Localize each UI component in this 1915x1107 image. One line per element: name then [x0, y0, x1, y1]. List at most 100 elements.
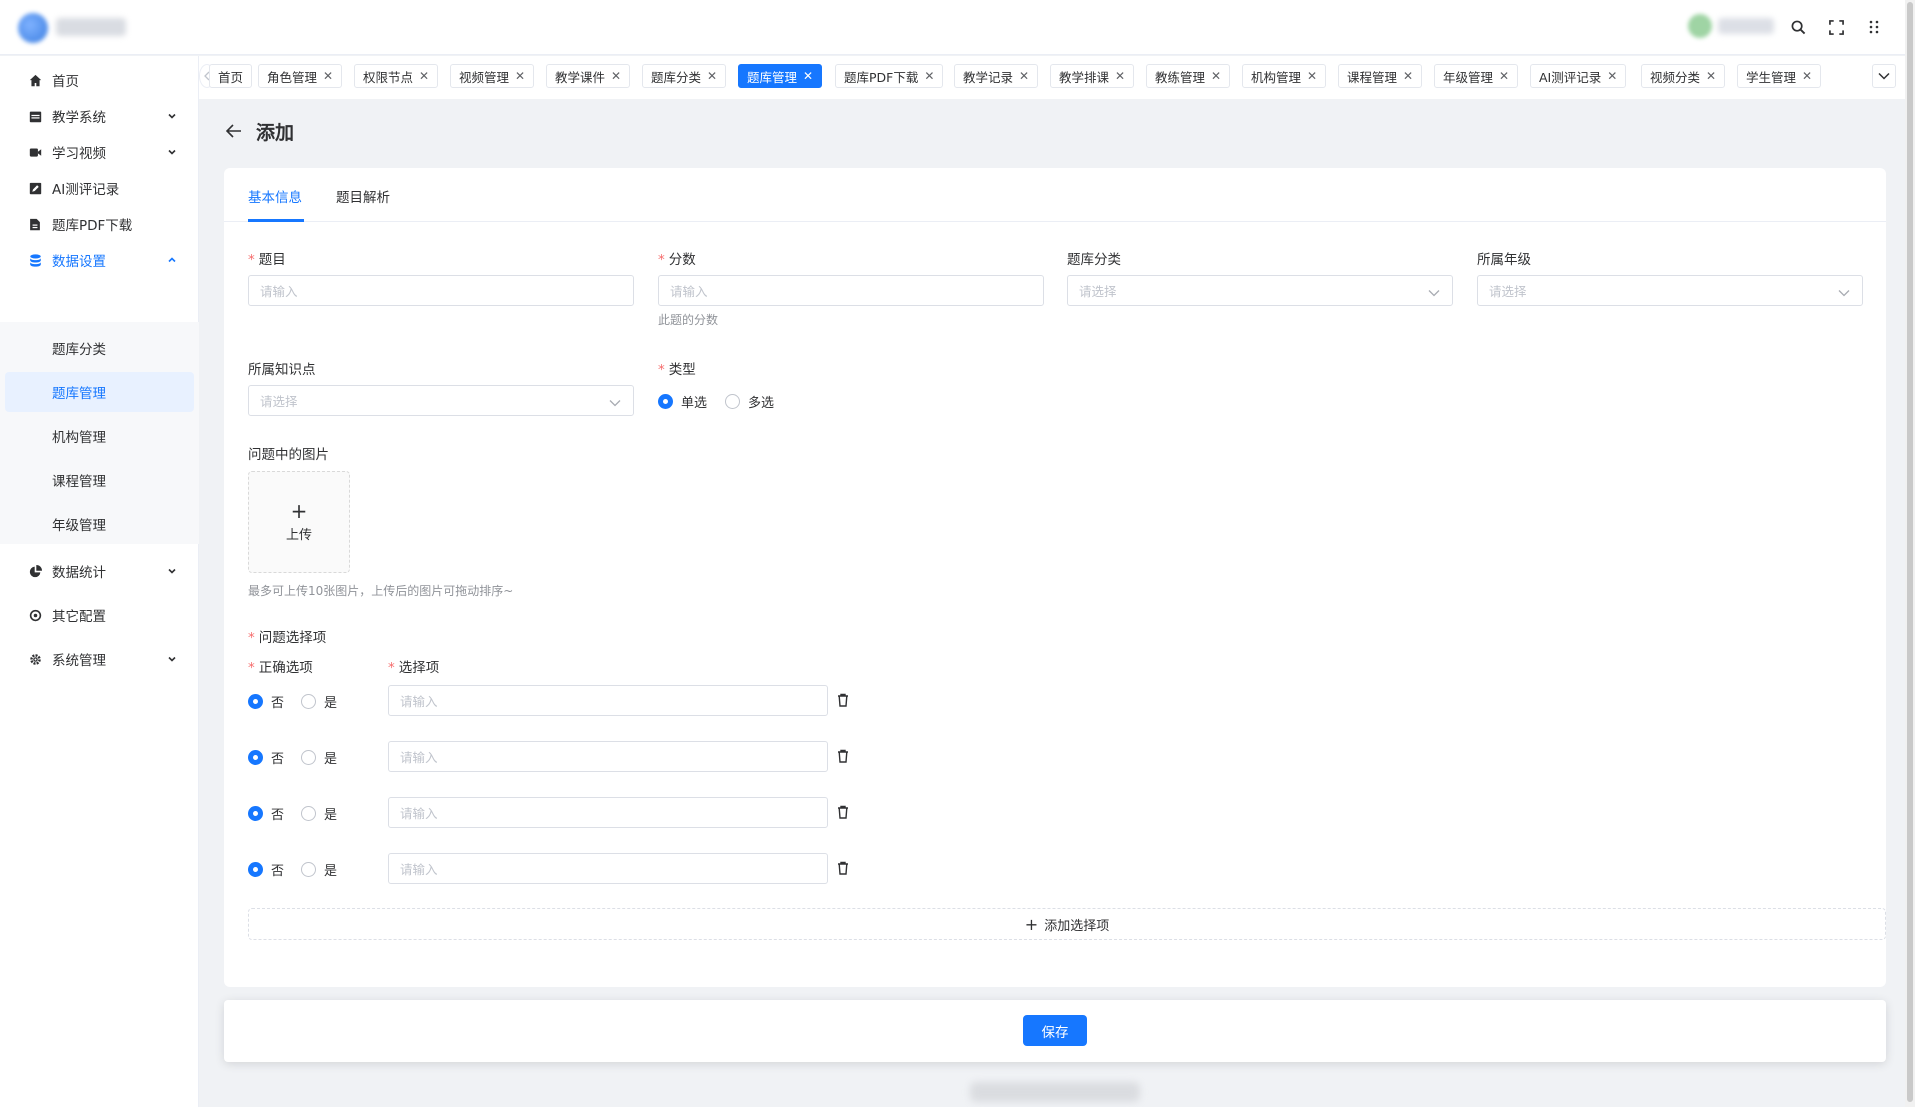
tab-role-management[interactable]: 角色管理 ✕ — [258, 64, 343, 88]
sidebar-item-system[interactable]: 系统管理 — [0, 637, 199, 681]
scrollbar-thumb[interactable] — [1907, 2, 1913, 1102]
trash-icon[interactable] — [835, 692, 851, 708]
gear-icon — [28, 652, 42, 666]
sidebar-item-data-settings[interactable]: 数据设置 — [0, 238, 199, 282]
sidebar-subitem-grade[interactable]: 年级管理 — [5, 504, 194, 544]
option-4-no-radio[interactable]: 否 — [248, 860, 284, 879]
page-scrollbar[interactable] — [1905, 0, 1915, 1107]
page-title: 添加 — [256, 121, 295, 144]
fullscreen-icon[interactable] — [1824, 15, 1848, 39]
correct-option-label: * 正确选项 — [248, 656, 313, 676]
tab-student-management[interactable]: 学生管理 ✕ — [1737, 64, 1822, 88]
option-3-no-radio[interactable]: 否 — [248, 804, 284, 823]
radio-checked-icon — [248, 750, 263, 765]
trash-icon[interactable] — [835, 860, 851, 876]
option-2-yes-radio[interactable]: 是 — [301, 748, 337, 767]
options-label: * 问题选择项 — [248, 626, 326, 646]
sidebar-subitem-course[interactable]: 课程管理 — [5, 460, 194, 500]
option-3-yes-radio[interactable]: 是 — [301, 804, 337, 823]
tab-teaching-records[interactable]: 教学记录 ✕ — [954, 64, 1039, 88]
tabs-dropdown-chevron-icon[interactable] — [1872, 64, 1896, 88]
tab-institution-management[interactable]: 机构管理 ✕ — [1242, 64, 1327, 88]
score-input[interactable]: 请输入 — [658, 275, 1044, 306]
tab-grade-management[interactable]: 年级管理 ✕ — [1434, 64, 1519, 88]
trash-icon[interactable] — [835, 748, 851, 764]
tab-label: 教学记录 — [963, 69, 1014, 85]
radio-unchecked-icon — [725, 394, 740, 409]
close-icon[interactable]: ✕ — [1115, 69, 1125, 83]
radio-checked-icon — [658, 394, 673, 409]
question-input[interactable]: 请输入 — [248, 275, 634, 306]
save-button[interactable]: 保存 — [1023, 1015, 1087, 1046]
video-icon — [28, 145, 42, 159]
tab-pdf-download[interactable]: 题库PDF下载 ✕ — [835, 64, 944, 88]
tab-home[interactable]: 首页 — [209, 64, 253, 88]
sidebar-subitem-question-bank[interactable]: 题库管理 — [5, 372, 194, 412]
required-mark: * — [658, 252, 665, 268]
close-icon[interactable]: ✕ — [707, 69, 717, 83]
sidebar-item-statistics[interactable]: 数据统计 — [0, 549, 199, 593]
close-icon[interactable]: ✕ — [1706, 69, 1716, 83]
close-icon[interactable]: ✕ — [419, 69, 429, 83]
close-icon[interactable]: ✕ — [1403, 69, 1413, 83]
close-icon[interactable]: ✕ — [323, 69, 333, 83]
tab-question-analysis[interactable]: 题目解析 — [336, 186, 390, 206]
close-icon[interactable]: ✕ — [1307, 69, 1317, 83]
type-multi-radio[interactable]: 多选 — [725, 392, 774, 411]
add-option-button[interactable]: + 添加选择项 — [248, 908, 1886, 940]
tab-basic-info[interactable]: 基本信息 — [248, 186, 302, 206]
tab-question-category[interactable]: 题库分类 ✕ — [642, 64, 727, 88]
close-icon[interactable]: ✕ — [924, 69, 934, 83]
yes-label: 是 — [324, 696, 338, 711]
option-text-label: * 选择项 — [388, 656, 439, 676]
user-avatar[interactable] — [1688, 14, 1712, 38]
option-1-yes-radio[interactable]: 是 — [301, 692, 337, 711]
type-multi-label: 多选 — [748, 396, 775, 411]
grade-select[interactable]: 请选择 — [1477, 275, 1863, 306]
tab-teaching-courseware[interactable]: 教学课件 ✕ — [546, 64, 631, 88]
sidebar-item-label: 系统管理 — [52, 653, 106, 669]
page-header: 添加 — [224, 116, 294, 146]
close-icon[interactable]: ✕ — [1211, 69, 1221, 83]
option-2-no-radio[interactable]: 否 — [248, 748, 284, 767]
tab-permission-nodes[interactable]: 权限节点 ✕ — [354, 64, 439, 88]
option-3-input[interactable]: 请输入 — [388, 797, 828, 828]
search-icon[interactable] — [1786, 15, 1810, 39]
option-1-input[interactable]: 请输入 — [388, 685, 828, 716]
close-icon[interactable]: ✕ — [611, 69, 621, 83]
image-upload-box[interactable]: + 上传 — [248, 471, 350, 573]
category-select[interactable]: 请选择 — [1067, 275, 1453, 306]
tab-ai-records[interactable]: AI测评记录 ✕ — [1530, 64, 1627, 88]
user-name-blurred[interactable] — [1718, 18, 1774, 34]
tab-scheduling[interactable]: 教学排课 ✕ — [1050, 64, 1135, 88]
close-icon[interactable]: ✕ — [1802, 69, 1812, 83]
tab-video-management[interactable]: 视频管理 ✕ — [450, 64, 535, 88]
sidebar-subitem-question-category[interactable]: 题库分类 — [5, 328, 194, 368]
type-single-radio[interactable]: 单选 — [658, 392, 707, 411]
sidebar-item-other-config[interactable]: 其它配置 — [0, 593, 199, 637]
images-label: 问题中的图片 — [248, 443, 329, 463]
tab-course-management[interactable]: 课程管理 ✕ — [1338, 64, 1423, 88]
option-2-input[interactable]: 请输入 — [388, 741, 828, 772]
option-4-input[interactable]: 请输入 — [388, 853, 828, 884]
more-grid-icon[interactable] — [1862, 15, 1886, 39]
tab-label: 机构管理 — [1251, 69, 1302, 85]
tab-question-bank[interactable]: 题库管理 ✕ — [738, 64, 823, 88]
tab-coach-management[interactable]: 教练管理 ✕ — [1146, 64, 1231, 88]
close-icon[interactable]: ✕ — [1607, 69, 1617, 83]
trash-icon[interactable] — [835, 804, 851, 820]
close-icon[interactable]: ✕ — [515, 69, 525, 83]
option-input-placeholder: 请输入 — [400, 862, 438, 877]
option-text-label-text: 选择项 — [398, 660, 440, 676]
back-arrow-icon[interactable] — [224, 121, 244, 141]
tab-video-category[interactable]: 视频分类 ✕ — [1641, 64, 1726, 88]
plus-icon: + — [1024, 914, 1039, 934]
option-4-yes-radio[interactable]: 是 — [301, 860, 337, 879]
knowledge-select[interactable]: 请选择 — [248, 385, 634, 416]
required-mark: * — [248, 630, 255, 646]
sidebar-subitem-institution[interactable]: 机构管理 — [5, 416, 194, 456]
close-icon[interactable]: ✕ — [803, 69, 813, 83]
close-icon[interactable]: ✕ — [1019, 69, 1029, 83]
option-1-no-radio[interactable]: 否 — [248, 692, 284, 711]
close-icon[interactable]: ✕ — [1499, 69, 1509, 83]
